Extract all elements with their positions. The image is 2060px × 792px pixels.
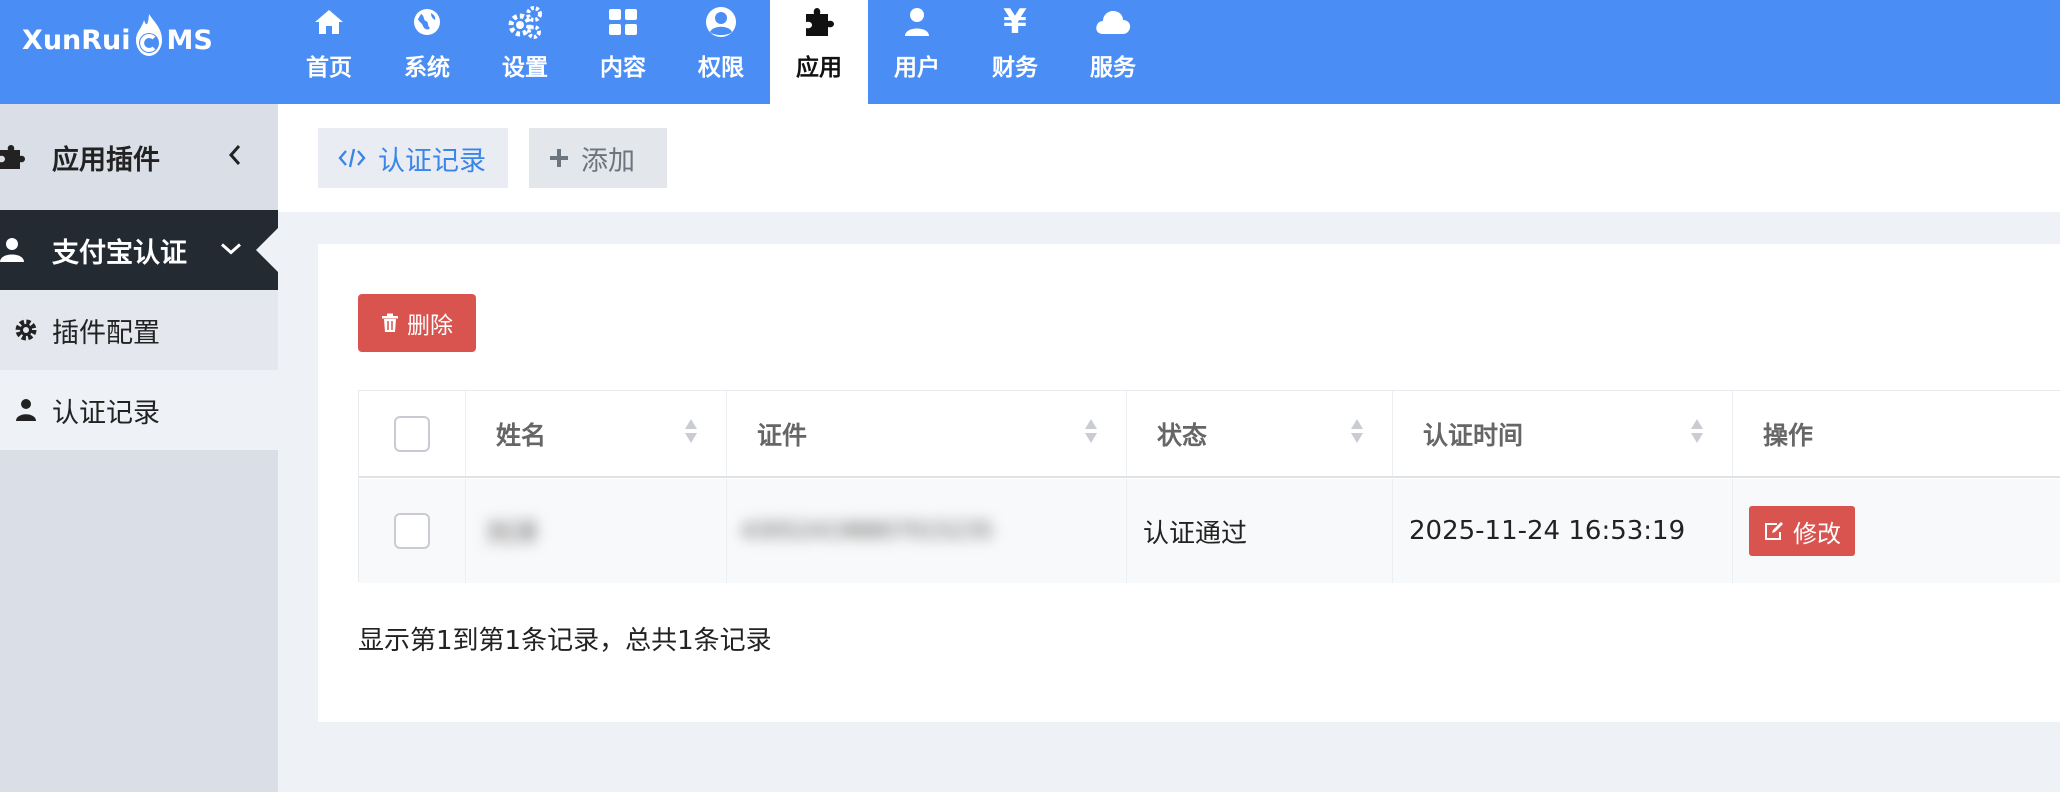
- cell-time: 2025-11-24 16:53:19: [1393, 479, 1733, 583]
- puzzle-icon: [0, 144, 52, 170]
- nav-item-service[interactable]: 服务: [1064, 0, 1162, 104]
- gear-icon: [0, 318, 52, 342]
- tab-auth-records[interactable]: 认证记录: [318, 128, 508, 188]
- main-nav: 首页 系统 设置 内容 权限 应用 用户 ¥ 财务 服务: [280, 0, 1162, 104]
- nav-item-users[interactable]: 用户: [868, 0, 966, 104]
- edit-label: 修改: [1793, 519, 1841, 548]
- user-icon: [0, 398, 52, 422]
- header-label: 证件: [757, 420, 808, 450]
- sidebar-item-label: 插件配置: [52, 317, 160, 349]
- top-navbar: XunRui MS 首页 系统 设置 内容 权限 应用 用户 ¥ 财务 服务: [0, 0, 2060, 104]
- header-id[interactable]: 证件: [727, 391, 1127, 476]
- sort-icon: [1690, 418, 1704, 450]
- sidebar-item-plugin-config[interactable]: 插件配置: [0, 290, 278, 370]
- header-select-cell: [359, 391, 466, 476]
- header-label: 认证时间: [1423, 420, 1524, 450]
- table-row: 刘洋 430524198807015235 认证通过 2025-11-24 16…: [359, 479, 2060, 583]
- delete-button[interactable]: 删除: [358, 294, 476, 352]
- row-checkbox[interactable]: [394, 513, 430, 549]
- status-value: 认证通过: [1143, 518, 1248, 549]
- delete-label: 删除: [407, 313, 453, 339]
- table-header: 姓名 证件 状态 认证时间 操作: [359, 391, 2060, 478]
- row-select-cell: [359, 479, 466, 583]
- edit-icon: [1763, 521, 1785, 541]
- sort-icon: [1350, 418, 1364, 450]
- select-all-checkbox[interactable]: [394, 415, 430, 452]
- sort-icon: [1084, 418, 1098, 450]
- header-label: 操作: [1763, 420, 1814, 450]
- plus-icon: [549, 148, 569, 168]
- nav-label: 服务: [1090, 55, 1136, 81]
- nav-item-apps[interactable]: 应用: [770, 0, 868, 104]
- edit-button[interactable]: 修改: [1749, 506, 1855, 556]
- header-label: 状态: [1157, 420, 1208, 450]
- nav-label: 权限: [698, 55, 744, 81]
- content-panel: 删除 姓名 证件 状态 认证时间 操作 刘洋 43052419880701523…: [318, 244, 2060, 722]
- sidebar-item-auth-records[interactable]: 认证记录: [0, 370, 278, 450]
- user-icon: [0, 237, 52, 263]
- tab-label: 认证记录: [378, 145, 486, 177]
- user-circle-icon: [704, 2, 738, 42]
- sidebar-item-label: 认证记录: [52, 397, 160, 429]
- pagination-summary: 显示第1到第1条记录，总共1条记录: [358, 626, 772, 656]
- cell-name: 刘洋: [466, 479, 727, 583]
- logo[interactable]: XunRui MS: [22, 14, 213, 62]
- code-icon: [338, 147, 366, 169]
- globe-icon: [412, 2, 442, 42]
- cell-action: 修改: [1733, 479, 2060, 583]
- sidebar-group-label: 支付宝认证: [52, 237, 187, 269]
- cell-status: 认证通过: [1127, 479, 1393, 583]
- yen-icon: ¥: [1003, 2, 1027, 42]
- user-icon: [903, 2, 931, 42]
- nav-label: 用户: [894, 55, 940, 81]
- grid-icon: [607, 2, 639, 42]
- logo-text-after: MS: [166, 24, 213, 56]
- nav-item-settings[interactable]: 设置: [476, 0, 574, 104]
- cloud-icon: [1094, 2, 1132, 42]
- nav-label: 应用: [796, 55, 842, 81]
- nav-label: 内容: [600, 55, 646, 81]
- chevron-left-icon: [228, 144, 242, 170]
- nav-label: 系统: [404, 55, 450, 81]
- logo-text-before: XunRui: [22, 24, 131, 56]
- header-auth-time[interactable]: 认证时间: [1393, 391, 1733, 476]
- puzzle-icon: [802, 2, 836, 42]
- tab-label: 添加: [581, 145, 635, 177]
- logo-flame-icon: [132, 14, 166, 60]
- name-value: 刘洋: [486, 518, 539, 549]
- header-status[interactable]: 状态: [1127, 391, 1393, 476]
- trash-icon: [381, 313, 399, 333]
- tab-bar: 认证记录 添加: [278, 104, 2060, 212]
- chevron-down-icon: [220, 241, 242, 260]
- cell-id: 430524198807015235: [727, 479, 1127, 583]
- header-name[interactable]: 姓名: [466, 391, 727, 476]
- records-table: 姓名 证件 状态 认证时间 操作 刘洋 430524198807015235 认…: [358, 390, 2060, 583]
- home-icon: [313, 2, 345, 42]
- gears-icon: [507, 2, 543, 42]
- sidebar: 应用插件 支付宝认证 插件配置 认证记录: [0, 104, 278, 792]
- tab-add[interactable]: 添加: [529, 128, 667, 188]
- nav-item-finance[interactable]: ¥ 财务: [966, 0, 1064, 104]
- id-value: 430524198807015235: [741, 518, 993, 544]
- sidebar-group-alipay-auth[interactable]: 支付宝认证: [0, 210, 278, 290]
- nav-item-content[interactable]: 内容: [574, 0, 672, 104]
- nav-item-home[interactable]: 首页: [280, 0, 378, 104]
- sidebar-group-label: 应用插件: [52, 144, 160, 176]
- nav-item-system[interactable]: 系统: [378, 0, 476, 104]
- sidebar-group-app-plugins[interactable]: 应用插件: [0, 104, 278, 210]
- nav-item-permission[interactable]: 权限: [672, 0, 770, 104]
- header-action: 操作: [1733, 391, 2060, 476]
- nav-label: 首页: [306, 55, 352, 81]
- active-notch: [256, 228, 278, 272]
- header-label: 姓名: [496, 420, 547, 450]
- nav-label: 财务: [992, 55, 1038, 81]
- sort-icon: [684, 418, 698, 450]
- nav-label: 设置: [502, 55, 548, 81]
- time-value: 2025-11-24 16:53:19: [1409, 516, 1686, 546]
